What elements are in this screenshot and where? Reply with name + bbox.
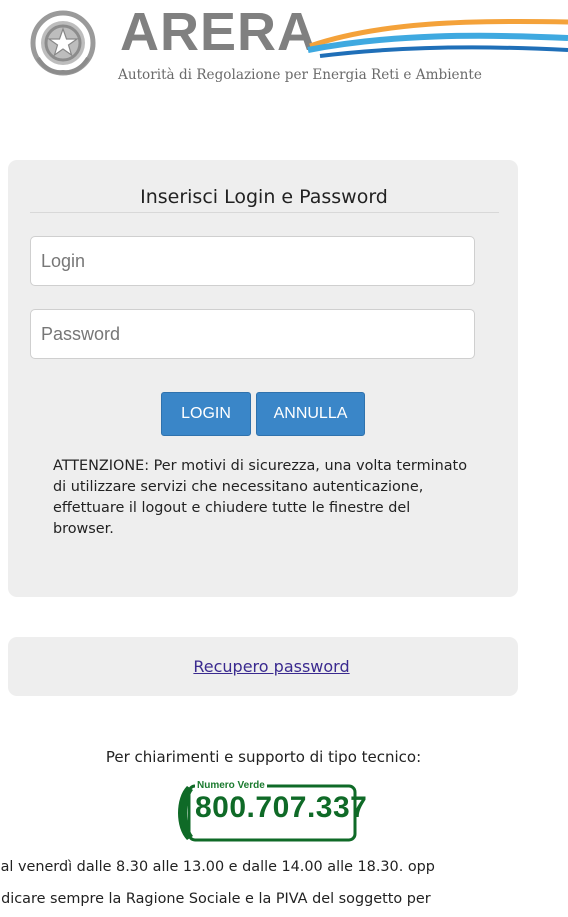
- numero-verde-badge: Numero Verde 800.707.337: [173, 780, 367, 846]
- brand-subtitle: Autorità di Regolazione per Energia Reti…: [118, 67, 482, 83]
- support-phone-number[interactable]: 800.707.337: [195, 789, 367, 827]
- site-header: ARERA Autorità di Regolazione per Energi…: [0, 0, 568, 110]
- title-divider: [30, 212, 499, 213]
- support-label: Per chiarimenti e supporto di tipo tecni…: [105, 748, 422, 766]
- italian-republic-emblem-icon: [30, 10, 96, 76]
- support-note: ndicare sempre la Ragione Sociale e la P…: [0, 891, 431, 907]
- brand-name: ARERA: [120, 2, 318, 62]
- security-warning: ATTENZIONE: Per motivi di sicurezza, una…: [53, 458, 467, 537]
- login-panel: Inserisci Login e Password LOGIN ANNULLA…: [8, 160, 518, 597]
- login-input[interactable]: [30, 236, 475, 286]
- login-button[interactable]: LOGIN: [161, 392, 251, 436]
- password-recovery-panel: Recupero password: [8, 637, 518, 696]
- password-recovery-link[interactable]: Recupero password: [8, 657, 535, 676]
- cancel-button[interactable]: ANNULLA: [256, 392, 365, 436]
- password-input[interactable]: [30, 309, 475, 359]
- login-title: Inserisci Login e Password: [140, 186, 388, 208]
- brand-swoosh-icon: [307, 18, 568, 58]
- support-hours: ì al venerdì dalle 8.30 alle 13.00 e dal…: [0, 859, 435, 875]
